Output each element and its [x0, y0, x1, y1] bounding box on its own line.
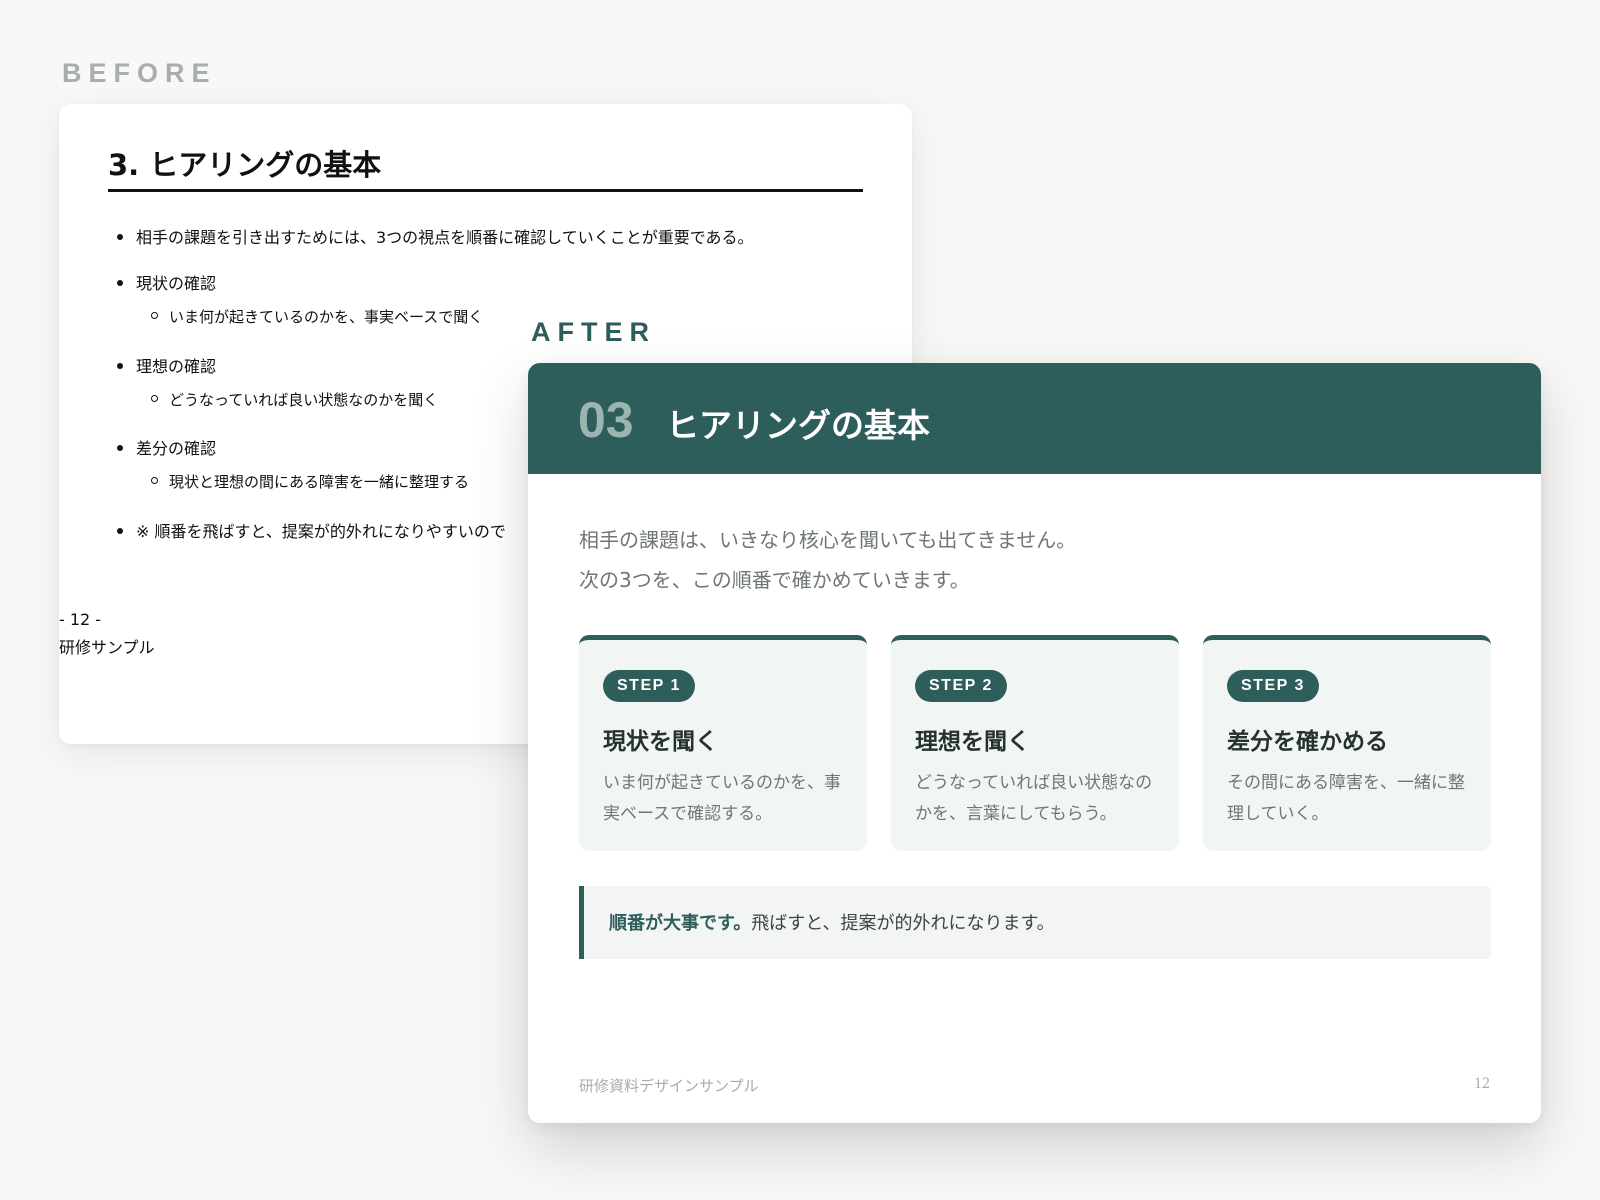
callout-body: 飛ばすと、提案が的外れになります。 [751, 913, 1055, 934]
intro-line: 次の3つを、この順番で確かめていきます。 [579, 568, 970, 592]
intro-line: 相手の課題は、いきなり核心を聞いても出てきません。 [579, 528, 1077, 552]
step-description: いま何が起きているのかを、事実ベースで確認する。 [603, 773, 841, 824]
step-badge: STEP 3 [1227, 670, 1319, 702]
sub-bullet-item: どうなっていれば良い状態なのかを聞く [151, 389, 438, 410]
bullet-item: 差分の確認 [117, 435, 216, 459]
step-card: STEP 1 現状を聞く いま何が起きているのかを、事実ベースで確認する。 [579, 635, 867, 851]
bullet-text: ※ 順番を飛ばすと、提案が的外れになりやすいので [136, 522, 506, 541]
before-footer: 研修サンプル [59, 638, 155, 657]
bullet-item: 理想の確認 [117, 353, 216, 377]
sub-bullet-text: 現状と理想の間にある障害を一緒に整理する [169, 473, 470, 491]
section-number: 03 [578, 392, 634, 448]
step-title: 理想を聞く [915, 729, 1030, 755]
sub-bullet-ring [151, 477, 158, 484]
step-card: STEP 2 理想を聞く どうなっていれば良い状態なのかを、言葉にしてもらう。 [891, 635, 1179, 851]
callout-text: 順番が大事です。飛ばすと、提案が的外れになります。 [609, 909, 1055, 935]
bullet-text: 相手の課題を引き出すためには、3つの視点を順番に確認していくことが重要である。 [136, 228, 754, 247]
bullet-item: ※ 順番を飛ばすと、提案が的外れになりやすいので [117, 518, 506, 542]
bullet-dot [117, 527, 123, 534]
after-slide: 03 ヒアリングの基本 相手の課題は、いきなり核心を聞いても出てきません。 次の… [528, 363, 1541, 1123]
sub-bullet-ring [151, 395, 158, 402]
bullet-item: 相手の課題を引き出すためには、3つの視点を順番に確認していくことが重要である。 [117, 224, 754, 248]
sub-bullet-item: 現状と理想の間にある障害を一緒に整理する [151, 471, 469, 492]
sub-bullet-text: いま何が起きているのかを、事実ベースで聞く [169, 308, 484, 326]
bullet-text: 理想の確認 [136, 357, 217, 376]
callout-box: 順番が大事です。飛ばすと、提案が的外れになります。 [579, 886, 1491, 959]
step-title: 現状を聞く [603, 729, 718, 755]
before-label: BEFORE [62, 58, 217, 88]
slide-header: 03 ヒアリングの基本 [528, 363, 1541, 474]
slide-title: ヒアリングの基本 [666, 406, 930, 445]
title-underline [108, 189, 863, 192]
comparison-stage: BEFORE 3. ヒアリングの基本 相手の課題を引き出すためには、3つの視点を… [0, 0, 1600, 1200]
sub-bullet-text: どうなっていれば良い状態なのかを聞く [169, 391, 439, 409]
step-description: どうなっていれば良い状態なのかを、言葉にしてもらう。 [915, 773, 1153, 824]
after-label: AFTER [531, 317, 656, 347]
callout-emphasis: 順番が大事です。 [609, 913, 752, 934]
step-card: STEP 3 差分を確かめる その間にある障害を、一緒に整理していく。 [1203, 635, 1491, 851]
step-badge: STEP 1 [603, 670, 695, 702]
bullet-item: 現状の確認 [117, 270, 216, 294]
bullet-dot [117, 444, 123, 451]
before-slide-title: 3. ヒアリングの基本 [108, 148, 382, 182]
sub-bullet-ring [151, 312, 158, 319]
bullet-text: 現状の確認 [136, 274, 217, 293]
step-badge: STEP 2 [915, 670, 1007, 702]
bullet-text: 差分の確認 [136, 439, 217, 458]
sub-bullet-item: いま何が起きているのかを、事実ベースで聞く [151, 306, 483, 327]
before-page-number: - 12 - [59, 610, 102, 629]
bullet-dot [117, 279, 123, 286]
step-description: その間にある障害を、一緒に整理していく。 [1227, 773, 1465, 824]
intro-text: 相手の課題は、いきなり核心を聞いても出てきません。 次の3つを、この順番で確かめ… [579, 520, 1076, 600]
after-footer: 研修資料デザインサンプル [579, 1077, 759, 1095]
step-title: 差分を確かめる [1227, 729, 1388, 755]
bullet-dot [117, 233, 123, 240]
bullet-dot [117, 362, 123, 369]
after-page-number: 12 [1474, 1075, 1490, 1092]
